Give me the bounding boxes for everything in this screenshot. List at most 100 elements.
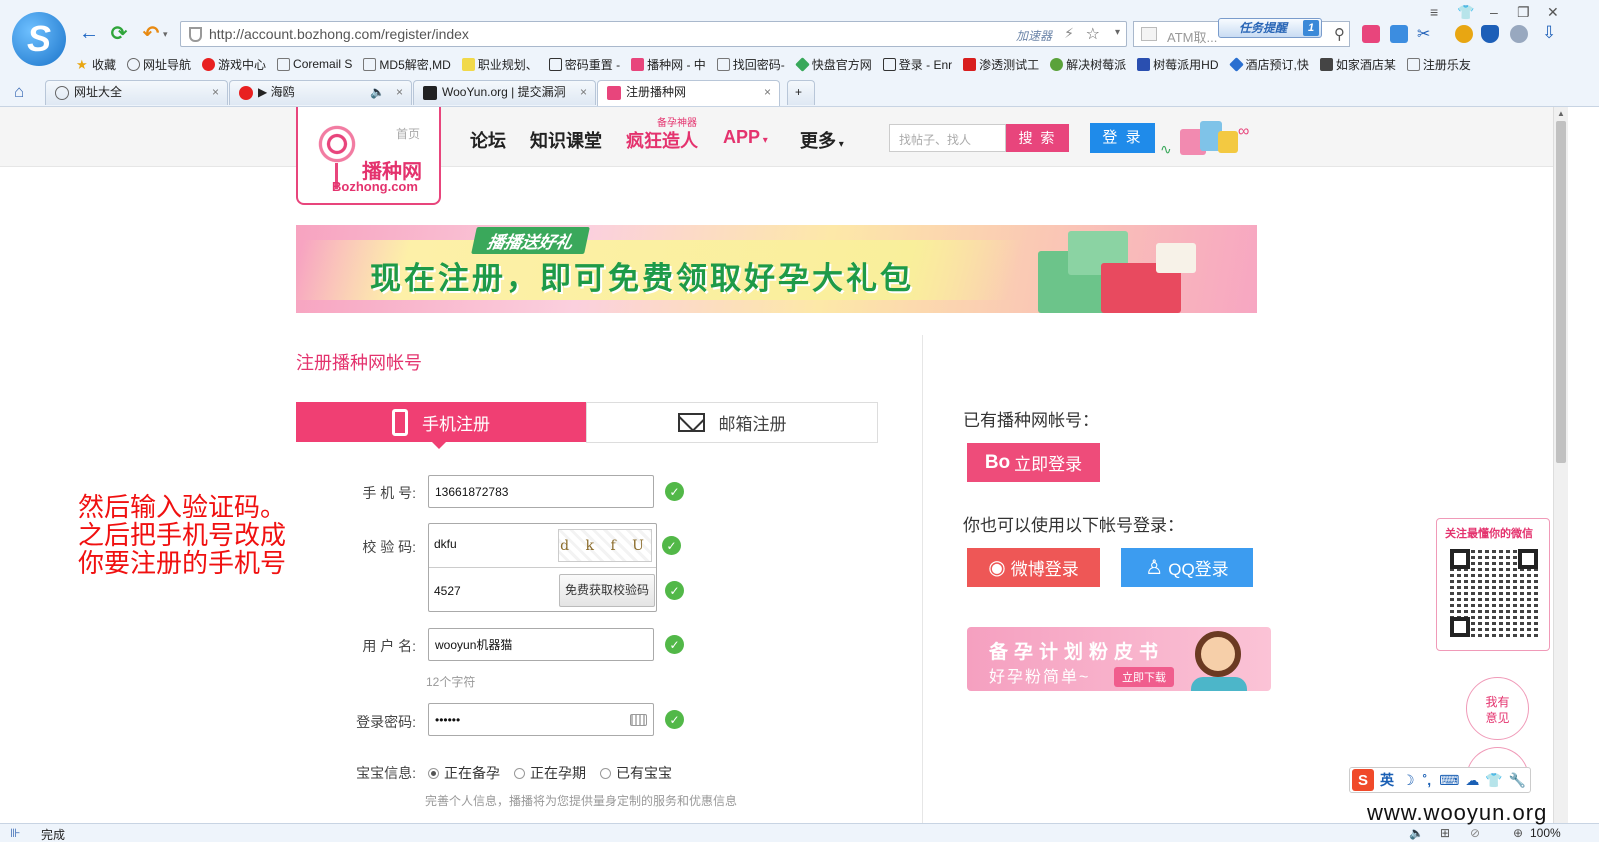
lightning-icon[interactable]: ⚡ [1064,25,1074,42]
wrench-icon[interactable]: 🔧 [1509,772,1526,789]
nav-courses[interactable]: 知识课堂 [530,127,602,153]
undo-dropdown-icon[interactable]: ▾ [163,29,168,40]
bookmark-item[interactable]: 快盘官方网 [794,56,872,73]
bookmark-item[interactable]: 树莓派用HD [1137,56,1219,73]
close-icon[interactable]: ✕ [1547,4,1559,21]
tab-close-icon[interactable]: × [212,81,219,104]
menu-icon[interactable]: ≡ [1430,4,1438,20]
bookmark-item[interactable]: 密码重置 - [548,56,620,73]
scissors-icon[interactable]: ✂ [1417,24,1430,44]
tab-phone-register[interactable]: 手机注册 [296,402,586,449]
nav-app[interactable]: APP ▾ [723,127,768,148]
ime-lang[interactable]: 英 [1380,770,1394,790]
skin-icon[interactable]: ☁ [1465,772,1479,789]
bookmark-item[interactable]: ★ 收藏 [76,56,116,73]
scroll-up-icon[interactable]: ▲ [1557,109,1565,118]
tab-nav[interactable]: 网址大全 × [45,80,228,105]
site-search-input[interactable]: 找帖子、找人 [889,124,1006,152]
bookmark-item[interactable]: 找回密码- [716,56,785,73]
tab-haiou[interactable]: ▶ 海鸥 🔈 × [229,80,412,105]
zoom-icon[interactable]: ⊕ [1513,826,1523,840]
vertical-scrollbar[interactable]: ▲ [1553,107,1568,823]
password-input[interactable]: •••••• [428,703,654,736]
punctuation-icon[interactable]: ˚, [1423,772,1432,788]
bookmark-item[interactable]: Coremail S [277,57,352,71]
nav-forum[interactable]: 论坛 [470,127,506,153]
more-icon[interactable] [1510,25,1528,43]
nav-crazy[interactable]: 疯狂造人 [626,127,698,153]
weibo-login-button[interactable]: ◉ 微博登录 [967,548,1100,587]
refresh-icon[interactable]: ⟳ [106,20,132,46]
bookmark-item[interactable]: 渗透测试工 [963,56,1039,73]
keyboard-icon[interactable]: ⌨ [1439,772,1459,789]
tab-register[interactable]: 注册播种网 × [597,80,780,106]
search-engine-icon[interactable] [1141,27,1157,41]
captcha-image[interactable]: d k f U [558,529,652,562]
task-reminder[interactable]: 任务提醒 1 [1218,18,1322,38]
tab-wooyun[interactable]: WooYun.org | 提交漏洞 × [413,80,596,105]
home-link[interactable]: 首页 [396,125,420,142]
sms-code-input[interactable]: 4527 [434,584,461,598]
accelerator-label[interactable]: 加速器 [1016,27,1052,44]
search-icon[interactable]: ⚲ [1334,25,1345,43]
moon-icon[interactable]: ☽ [1402,772,1415,789]
tab-email-register[interactable]: 邮箱注册 [586,402,878,443]
bookmark-item[interactable]: 解决树莓派 [1050,56,1126,73]
promo-download-button[interactable]: 立即下载 [1114,667,1174,687]
feedback-button[interactable]: 我有 意见 [1466,677,1529,740]
bookmark-item[interactable]: 职业规划、 [461,56,538,73]
star-icon[interactable]: ☆ [1086,24,1100,44]
back-icon[interactable]: ← [76,20,102,46]
key-icon[interactable] [1455,25,1473,43]
site-login-button[interactable]: 登 录 [1090,123,1155,153]
username-input[interactable]: wooyun机器猫 [428,628,654,661]
tab-close-icon[interactable]: × [764,81,771,104]
address-dropdown-icon[interactable]: ▾ [1115,27,1120,38]
download-icon[interactable]: ⇩ [1542,23,1556,43]
download-manager-icon[interactable]: ⊞ [1440,826,1450,840]
bookmark-item[interactable]: 如家酒店某 [1319,56,1396,73]
bookmark-item[interactable]: 网址导航 [127,56,191,73]
shirt-icon[interactable]: 👕 [1485,772,1502,789]
pink-book-promo[interactable]: 备孕计划粉皮书 好孕粉简单~ 立即下载 [967,627,1271,691]
browser-logo-icon[interactable]: S [12,12,66,66]
home-icon[interactable]: ⌂ [14,82,24,102]
bookmark-item[interactable]: 注册乐友 [1406,56,1471,73]
site-logo[interactable]: 首页 播种网 Bozhong.com [296,107,441,205]
get-sms-code-button[interactable]: 免费获取校验码 [559,574,655,607]
radio-has-baby[interactable]: 已有宝宝 [600,763,672,783]
login-now-button[interactable]: Bo 立即登录 [967,443,1100,482]
sidebar-toggle-icon[interactable]: ⊪ [10,826,20,840]
screenshot-icon[interactable] [1390,25,1408,43]
skin-icon[interactable]: 👕 [1457,4,1474,21]
extension-icon[interactable] [1362,25,1380,43]
keyboard-icon[interactable] [630,714,647,726]
url-text[interactable]: http://account.bozhong.com/register/inde… [209,26,469,42]
shield-icon[interactable] [1481,25,1499,43]
tab-close-icon[interactable]: × [396,81,403,104]
bookmark-item[interactable]: 播种网 - 中 [631,56,706,73]
promo-banner[interactable]: 播播送好礼 现在注册，即可免费领取好孕大礼包 [296,225,1257,313]
nav-more[interactable]: 更多 ▾ [800,127,844,153]
audio-icon[interactable]: 🔈 [370,81,385,104]
wechat-qr-box[interactable]: 关注最懂你的微信 [1436,518,1550,651]
bookmark-item[interactable]: 酒店预订,快 [1228,56,1309,73]
scrollbar-thumb[interactable] [1556,121,1566,463]
bookmark-item[interactable]: 游戏中心 [202,56,266,73]
phone-input[interactable]: 13661872783 [428,475,654,508]
restore-icon[interactable]: ❐ [1517,4,1530,21]
volume-icon[interactable]: 🔈 [1409,826,1424,840]
tab-close-icon[interactable]: × [580,81,587,104]
radio-pregnant[interactable]: 正在孕期 [514,763,586,783]
radio-preparing[interactable]: 正在备孕 [428,763,500,783]
adblock-icon[interactable]: ⊘ [1470,826,1480,840]
bookmark-item[interactable]: 登录 - Enr [882,56,952,73]
new-tab-button[interactable]: + [787,80,815,105]
undo-icon[interactable]: ↶ [138,20,164,46]
address-bar[interactable]: http://account.bozhong.com/register/inde… [180,21,1127,47]
captcha-input[interactable]: dkfu [434,537,457,551]
bookmark-item[interactable]: MD5解密,MD [363,56,451,73]
minimize-icon[interactable]: – [1490,4,1498,20]
ime-toolbar[interactable]: S 英 ☽ ˚, ⌨ ☁ 👕 🔧 [1349,767,1531,793]
zoom-level[interactable]: 100% [1530,826,1561,840]
